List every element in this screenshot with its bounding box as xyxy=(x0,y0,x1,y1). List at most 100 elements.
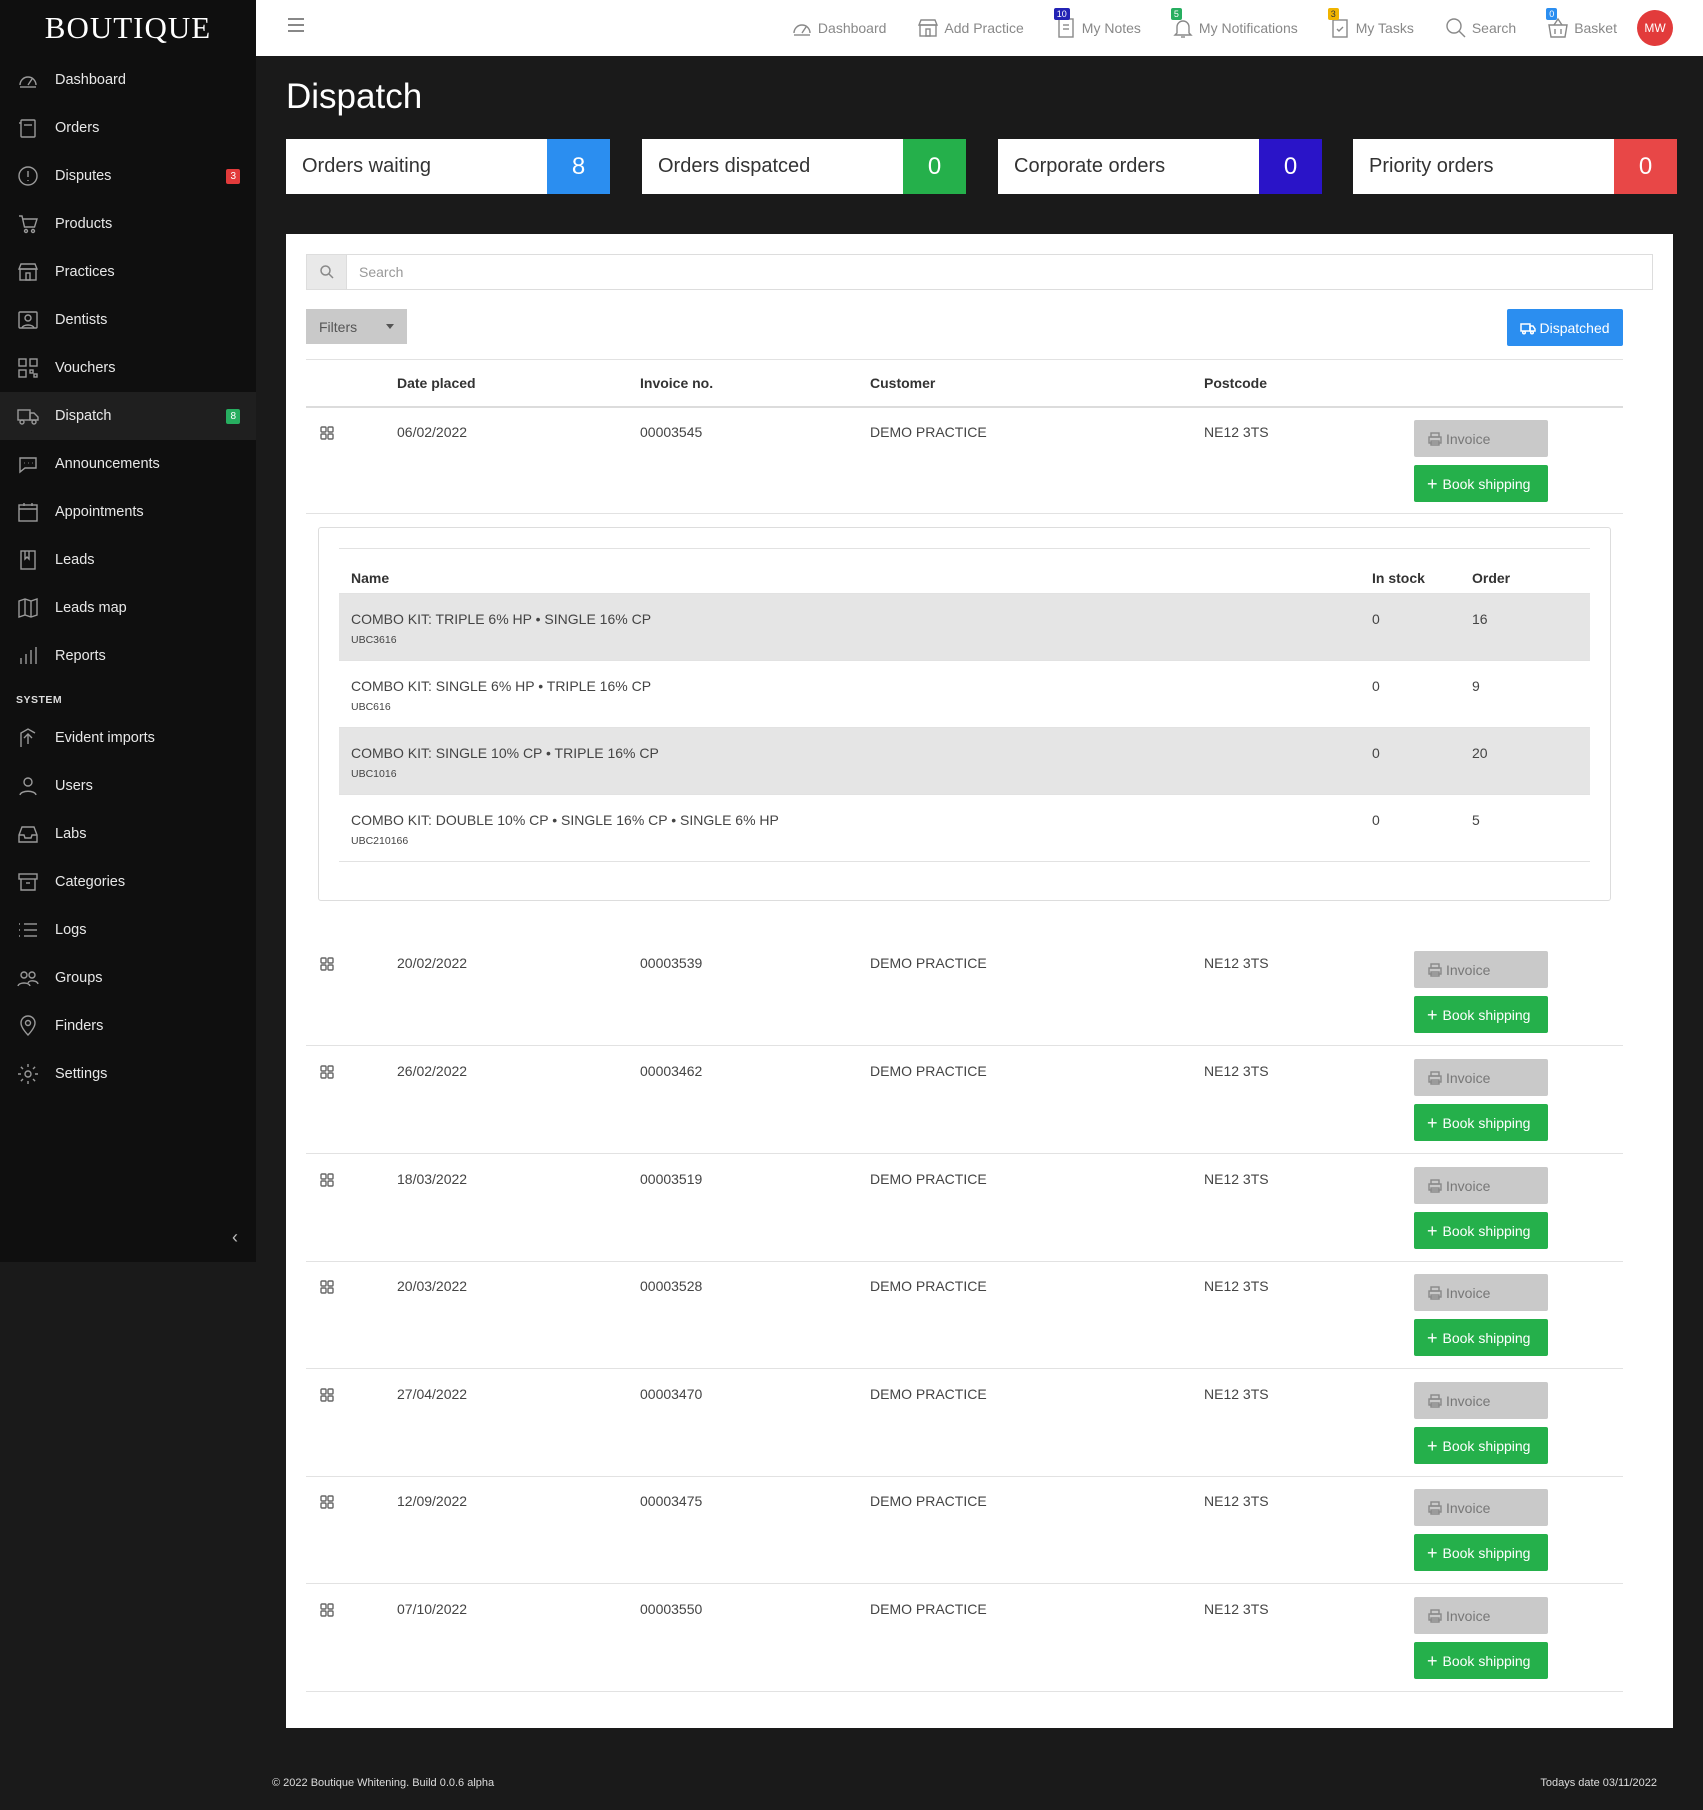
order-item-row: COMBO KIT: SINGLE 6% HP • TRIPLE 16% CP U… xyxy=(339,660,1590,727)
top-nav-add-practice[interactable]: Add Practice xyxy=(916,16,1024,40)
sidebar-item-vouchers[interactable]: Vouchers xyxy=(0,344,256,392)
book-shipping-button[interactable]: + Book shipping xyxy=(1414,1427,1548,1464)
sidebar-item-dashboard[interactable]: Dashboard xyxy=(0,56,256,104)
customer-cell: DEMO PRACTICE xyxy=(870,1601,987,1617)
stat-label: Orders waiting xyxy=(302,155,431,177)
invoice-button[interactable]: Invoice xyxy=(1414,951,1548,988)
sidebar-item-announcements[interactable]: Announcements xyxy=(0,440,256,488)
row-divider xyxy=(306,1045,1623,1046)
expand-grid-icon[interactable] xyxy=(319,1387,335,1408)
sidebar-item-logs[interactable]: Logs xyxy=(0,906,256,954)
item-code: UBC210166 xyxy=(351,835,409,847)
invoice-button[interactable]: Invoice xyxy=(1414,1167,1548,1204)
top-nav-my-notifications[interactable]: 5 My Notifications xyxy=(1170,8,1298,40)
invoice-number-cell: 00003475 xyxy=(640,1493,703,1509)
chat-icon xyxy=(16,452,40,476)
count-badge: 8 xyxy=(226,408,240,424)
sidebar-item-leads[interactable]: Leads xyxy=(0,536,256,584)
app-logo[interactable]: BOUTIQUE xyxy=(0,0,256,56)
column-header-in-stock: In stock xyxy=(1372,570,1425,586)
expand-grid-icon[interactable] xyxy=(319,1064,335,1085)
plus-icon: + xyxy=(1427,1112,1438,1133)
dispatched-button[interactable]: Dispatched xyxy=(1507,309,1623,346)
expand-grid-icon[interactable] xyxy=(319,956,335,977)
sidebar-item-orders[interactable]: Orders xyxy=(0,104,256,152)
book-shipping-button[interactable]: + Book shipping xyxy=(1414,1212,1548,1249)
sidebar-item-evident-imports[interactable]: Evident imports xyxy=(0,714,256,762)
sidebar-item-label: Orders xyxy=(55,120,100,136)
item-in-stock: 0 xyxy=(1372,678,1380,694)
sidebar-item-label: Dispatch xyxy=(55,408,112,424)
book-shipping-label: Book shipping xyxy=(1442,1437,1531,1454)
invoice-button[interactable]: Invoice xyxy=(1414,420,1548,457)
postcode-cell: NE12 3TS xyxy=(1204,1171,1269,1187)
expand-grid-icon[interactable] xyxy=(319,1494,335,1515)
sidebar-item-finders[interactable]: Finders xyxy=(0,1002,256,1050)
collapse-sidebar-icon[interactable]: ‹ xyxy=(232,1227,238,1248)
expand-grid-icon[interactable] xyxy=(319,1279,335,1300)
sidebar-item-leads-map[interactable]: Leads map xyxy=(0,584,256,632)
sidebar-item-practices[interactable]: Practices xyxy=(0,248,256,296)
invoice-number-cell: 00003539 xyxy=(640,955,703,971)
postcode-cell: NE12 3TS xyxy=(1204,1493,1269,1509)
book-shipping-button[interactable]: + Book shipping xyxy=(1414,1319,1548,1356)
expand-grid-icon[interactable] xyxy=(319,425,335,446)
sidebar-item-label: Logs xyxy=(55,922,87,938)
search-input[interactable] xyxy=(347,255,1652,289)
sidebar-item-users[interactable]: Users xyxy=(0,762,256,810)
customer-cell: DEMO PRACTICE xyxy=(870,424,987,440)
printer-icon xyxy=(1427,1608,1446,1624)
dashboard-icon xyxy=(790,16,818,40)
sidebar-item-label: Products xyxy=(55,216,113,232)
invoice-button[interactable]: Invoice xyxy=(1414,1597,1548,1634)
sub-table-top-divider xyxy=(339,548,1590,549)
customer-cell: DEMO PRACTICE xyxy=(870,1493,987,1509)
user-avatar[interactable]: MW xyxy=(1637,10,1673,46)
book-shipping-button[interactable]: + Book shipping xyxy=(1414,1104,1548,1141)
book-shipping-button[interactable]: + Book shipping xyxy=(1414,1534,1548,1571)
date-cell: 26/02/2022 xyxy=(397,1063,468,1079)
invoice-button[interactable]: Invoice xyxy=(1414,1489,1548,1526)
sidebar-item-label: Announcements xyxy=(55,456,160,472)
sidebar-item-settings[interactable]: Settings xyxy=(0,1050,256,1098)
top-nav-dashboard[interactable]: Dashboard xyxy=(790,16,886,40)
date-cell: 18/03/2022 xyxy=(397,1171,468,1187)
plus-icon: + xyxy=(1427,1327,1438,1348)
sidebar-item-categories[interactable]: Categories xyxy=(0,858,256,906)
sidebar-item-label: Reports xyxy=(55,648,106,664)
top-nav-basket[interactable]: 0 Basket xyxy=(1546,8,1617,40)
invoice-label: Invoice xyxy=(1446,1177,1491,1194)
top-nav-my-tasks[interactable]: 3 My Tasks xyxy=(1327,8,1414,40)
sidebar-item-reports[interactable]: Reports xyxy=(0,632,256,680)
top-nav-my-notes[interactable]: 10 My Notes xyxy=(1053,8,1141,40)
top-nav-search[interactable]: Search xyxy=(1444,16,1516,40)
expand-grid-icon[interactable] xyxy=(319,1172,335,1193)
sidebar-item-appointments[interactable]: Appointments xyxy=(0,488,256,536)
invoice-button[interactable]: Invoice xyxy=(1414,1382,1548,1419)
date-cell: 20/03/2022 xyxy=(397,1278,468,1294)
book-shipping-label: Book shipping xyxy=(1442,1544,1531,1561)
stat-card-priority-orders: Priority orders 0 xyxy=(1353,139,1677,194)
sidebar-item-label: Users xyxy=(55,778,93,794)
menu-toggle-icon[interactable] xyxy=(288,18,304,36)
filters-dropdown-button[interactable]: Filters xyxy=(306,309,407,344)
invoice-button[interactable]: Invoice xyxy=(1414,1059,1548,1096)
filters-label: Filters xyxy=(319,318,358,335)
invoice-label: Invoice xyxy=(1446,1284,1491,1301)
sidebar-item-disputes[interactable]: Disputes 3 xyxy=(0,152,256,200)
stat-value: 0 xyxy=(1259,139,1322,194)
book-shipping-button[interactable]: + Book shipping xyxy=(1414,465,1548,502)
printer-icon xyxy=(1427,431,1446,447)
expand-grid-icon[interactable] xyxy=(319,1602,335,1623)
sidebar-item-labs[interactable]: Labs xyxy=(0,810,256,858)
sidebar-main-nav: Dashboard Orders Disputes 3 Products Practice… xyxy=(0,56,256,680)
book-shipping-button[interactable]: + Book shipping xyxy=(1414,996,1548,1033)
sidebar-item-products[interactable]: Products xyxy=(0,200,256,248)
invoice-button[interactable]: Invoice xyxy=(1414,1274,1548,1311)
sidebar-item-dispatch[interactable]: Dispatch 8 xyxy=(0,392,256,440)
sidebar-item-groups[interactable]: Groups xyxy=(0,954,256,1002)
invoice-label: Invoice xyxy=(1446,1607,1491,1624)
footer-date: Todays date 03/11/2022 xyxy=(1540,1777,1657,1789)
book-shipping-button[interactable]: + Book shipping xyxy=(1414,1642,1548,1679)
sidebar-item-dentists[interactable]: Dentists xyxy=(0,296,256,344)
